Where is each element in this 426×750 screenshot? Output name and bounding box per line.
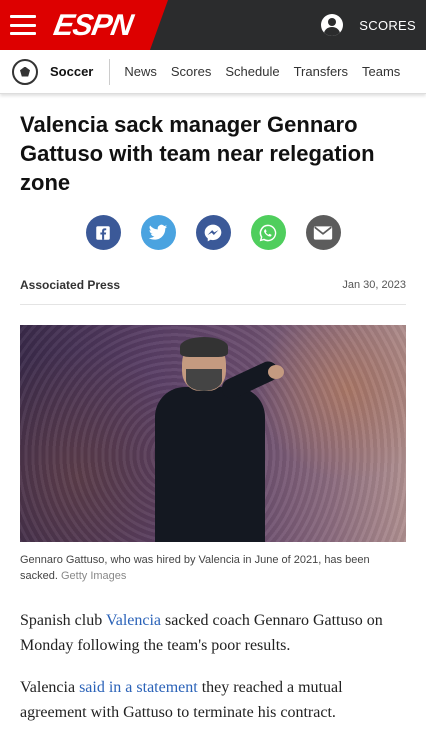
user-icon[interactable] <box>321 14 344 36</box>
share-bar <box>20 215 406 250</box>
p2-text-start: Valencia <box>20 679 80 696</box>
menu-icon[interactable] <box>10 15 36 35</box>
twitter-icon[interactable] <box>140 215 176 250</box>
photo-credit: Getty Images <box>60 570 127 582</box>
espn-logo[interactable]: ESPN <box>51 9 135 43</box>
email-icon[interactable] <box>305 215 341 250</box>
soccer-ball-icon <box>12 58 38 85</box>
nav-divider <box>109 58 111 85</box>
nav-transfers[interactable]: Transfers <box>294 64 348 79</box>
coach-figure <box>150 335 290 542</box>
top-header: ESPN SCORES <box>0 0 426 50</box>
photo-caption: Gennaro Gattuso, who was hired by Valenc… <box>20 552 406 584</box>
article-body: Spanish club Valencia sacked coach Genna… <box>20 608 406 725</box>
paragraph-2: Valencia said in a statement they reache… <box>20 675 406 725</box>
whatsapp-icon[interactable] <box>250 215 286 250</box>
facebook-icon[interactable] <box>85 215 121 250</box>
article: Valencia sack manager Gennaro Gattuso wi… <box>0 110 426 725</box>
nav-scores[interactable]: Scores <box>171 64 211 79</box>
article-headline: Valencia sack manager Gennaro Gattuso wi… <box>20 112 375 195</box>
paragraph-1: Spanish club Valencia sacked coach Genna… <box>20 608 406 658</box>
sub-navigation: Soccer News Scores Schedule Transfers Te… <box>0 50 426 94</box>
author[interactable]: Associated Press <box>20 278 120 292</box>
publish-date: Jan 30, 2023 <box>342 279 406 291</box>
sport-title[interactable]: Soccer <box>50 64 93 79</box>
scores-link[interactable]: SCORES <box>359 18 416 33</box>
nav-schedule[interactable]: Schedule <box>225 64 279 79</box>
messenger-icon[interactable] <box>195 215 231 250</box>
byline: Associated Press Jan 30, 2023 <box>20 278 406 305</box>
statement-link[interactable]: said in a statement <box>79 679 198 696</box>
p1-text-start: Spanish club <box>20 612 106 629</box>
valencia-link[interactable]: Valencia <box>106 612 161 629</box>
article-photo[interactable] <box>20 325 406 542</box>
nav-teams[interactable]: Teams <box>362 64 400 79</box>
nav-news[interactable]: News <box>124 64 157 79</box>
